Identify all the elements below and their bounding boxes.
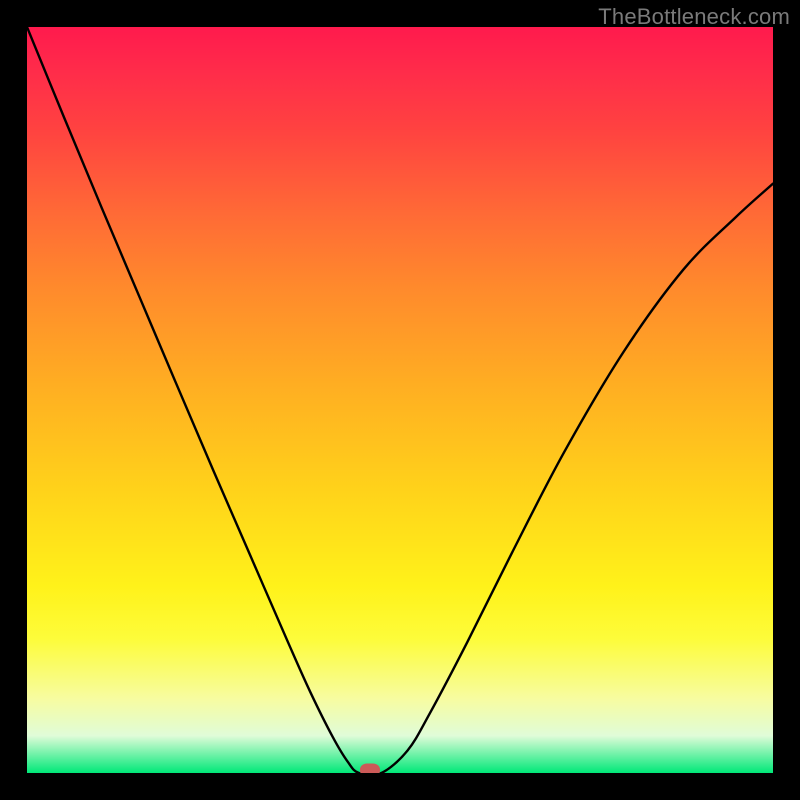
bottleneck-curve — [27, 27, 773, 773]
chart-frame: TheBottleneck.com — [0, 0, 800, 800]
optimal-point-marker — [360, 764, 380, 774]
plot-area — [27, 27, 773, 773]
